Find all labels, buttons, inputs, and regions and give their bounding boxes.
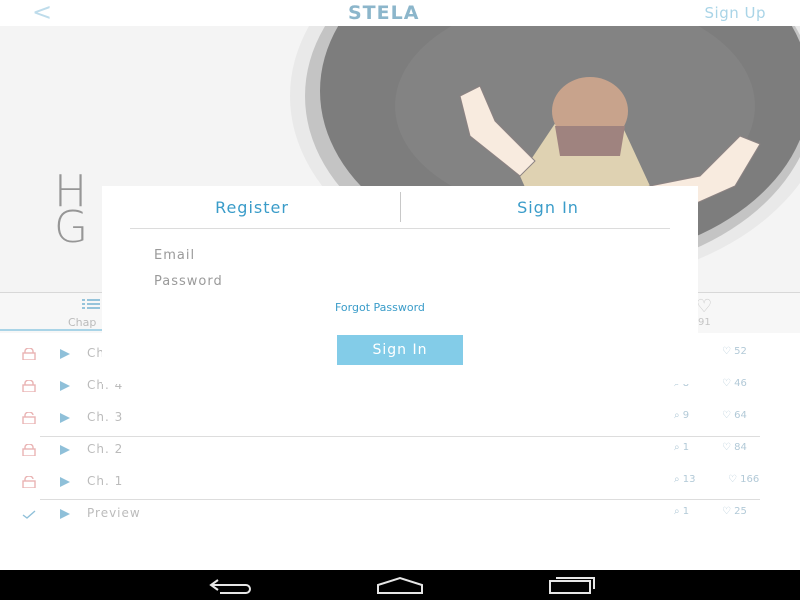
tab-register[interactable]: Register (202, 198, 302, 217)
password-field[interactable] (154, 270, 634, 292)
android-recents-icon[interactable] (548, 575, 596, 595)
tab-divider (130, 228, 670, 229)
tab-sign-in[interactable]: Sign In (498, 198, 598, 217)
sign-in-button[interactable]: Sign In (337, 335, 463, 365)
system-nav-bar (0, 570, 800, 600)
auth-dialog: Register Sign In Forgot Password Sign In (102, 186, 698, 384)
tab-separator (400, 192, 401, 222)
forgot-password-link[interactable]: Forgot Password (335, 301, 425, 314)
android-home-icon[interactable] (376, 575, 424, 595)
android-back-icon[interactable] (206, 575, 252, 595)
email-field[interactable] (154, 244, 634, 266)
